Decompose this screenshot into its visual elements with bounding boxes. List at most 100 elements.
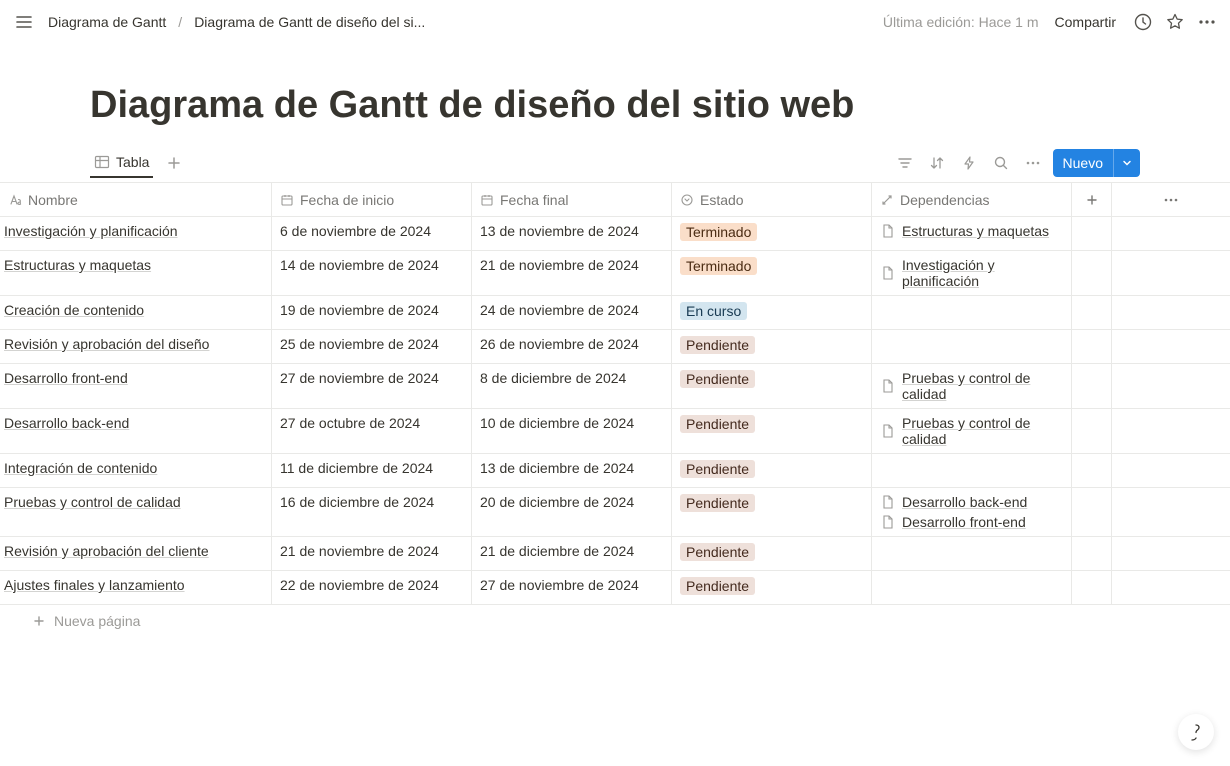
- search-icon[interactable]: [989, 151, 1013, 175]
- cell-empty: [1112, 409, 1230, 453]
- cell-empty: [1112, 251, 1230, 295]
- table-row[interactable]: Investigación y planificación6 de noviem…: [0, 217, 1230, 251]
- cell-end[interactable]: 27 de noviembre de 2024: [472, 571, 672, 604]
- new-button[interactable]: Nuevo: [1053, 149, 1140, 177]
- cell-end[interactable]: 13 de diciembre de 2024: [472, 454, 672, 487]
- cell-start[interactable]: 25 de noviembre de 2024: [272, 330, 472, 363]
- cell-start[interactable]: 19 de noviembre de 2024: [272, 296, 472, 329]
- cell-name[interactable]: Estructuras y maquetas: [0, 251, 272, 295]
- sort-icon[interactable]: [925, 151, 949, 175]
- column-status[interactable]: Estado: [672, 183, 872, 217]
- dependency-item[interactable]: Investigación y planificación: [880, 257, 1063, 289]
- cell-deps[interactable]: Pruebas y control de calidad: [872, 409, 1072, 453]
- cell-status[interactable]: Pendiente: [672, 488, 872, 536]
- table-row[interactable]: Revisión y aprobación del diseño25 de no…: [0, 330, 1230, 364]
- cell-start[interactable]: 27 de octubre de 2024: [272, 409, 472, 453]
- breadcrumb-parent[interactable]: Diagrama de Gantt: [44, 12, 170, 32]
- cell-deps[interactable]: [872, 330, 1072, 363]
- new-page-row[interactable]: Nueva página: [0, 605, 1230, 637]
- tab-table[interactable]: Tabla: [90, 148, 153, 178]
- table-row[interactable]: Estructuras y maquetas14 de noviembre de…: [0, 251, 1230, 296]
- cell-start[interactable]: 22 de noviembre de 2024: [272, 571, 472, 604]
- cell-end[interactable]: 20 de diciembre de 2024: [472, 488, 672, 536]
- bolt-icon[interactable]: [957, 151, 981, 175]
- column-options-button[interactable]: [1112, 183, 1230, 217]
- table-row[interactable]: Creación de contenido19 de noviembre de …: [0, 296, 1230, 330]
- add-column-button[interactable]: [1072, 183, 1112, 217]
- cell-status[interactable]: Pendiente: [672, 364, 872, 408]
- cell-end[interactable]: 10 de diciembre de 2024: [472, 409, 672, 453]
- dependency-item[interactable]: Pruebas y control de calidad: [880, 370, 1063, 402]
- cell-deps[interactable]: Investigación y planificación: [872, 251, 1072, 295]
- dependency-item[interactable]: Pruebas y control de calidad: [880, 415, 1063, 447]
- cell-deps[interactable]: [872, 454, 1072, 487]
- table-row[interactable]: Ajustes finales y lanzamiento22 de novie…: [0, 571, 1230, 605]
- add-view-button[interactable]: [163, 152, 185, 174]
- column-name[interactable]: Nombre: [0, 183, 272, 217]
- column-deps[interactable]: Dependencias: [872, 183, 1072, 217]
- cell-deps[interactable]: [872, 571, 1072, 604]
- page-title[interactable]: Diagrama de Gantt de diseño del sitio we…: [0, 44, 1230, 143]
- star-icon[interactable]: [1164, 11, 1186, 33]
- cell-deps[interactable]: [872, 296, 1072, 329]
- cell-start[interactable]: 14 de noviembre de 2024: [272, 251, 472, 295]
- cell-name[interactable]: Desarrollo front-end: [0, 364, 272, 408]
- more-icon[interactable]: [1196, 11, 1218, 33]
- cell-status[interactable]: Pendiente: [672, 409, 872, 453]
- cell-name[interactable]: Ajustes finales y lanzamiento: [0, 571, 272, 604]
- views-row: Tabla Nuevo: [0, 143, 1230, 183]
- column-start[interactable]: Fecha de inicio: [272, 183, 472, 217]
- cell-status[interactable]: Terminado: [672, 217, 872, 250]
- cell-deps[interactable]: Estructuras y maquetas: [872, 217, 1072, 250]
- cell-status[interactable]: En curso: [672, 296, 872, 329]
- history-icon[interactable]: [1132, 11, 1154, 33]
- cell-status[interactable]: Terminado: [672, 251, 872, 295]
- status-badge: Terminado: [680, 257, 757, 275]
- menu-toggle-button[interactable]: [12, 10, 36, 34]
- cell-name[interactable]: Creación de contenido: [0, 296, 272, 329]
- dependency-item[interactable]: Estructuras y maquetas: [880, 223, 1049, 239]
- cell-start[interactable]: 11 de diciembre de 2024: [272, 454, 472, 487]
- filter-icon[interactable]: [893, 151, 917, 175]
- help-button[interactable]: [1178, 714, 1214, 750]
- cell-end[interactable]: 21 de diciembre de 2024: [472, 537, 672, 570]
- chevron-down-icon[interactable]: [1113, 149, 1140, 177]
- cell-deps[interactable]: Desarrollo back-end Desarrollo front-end: [872, 488, 1072, 536]
- cell-end[interactable]: 13 de noviembre de 2024: [472, 217, 672, 250]
- table-row[interactable]: Desarrollo front-end27 de noviembre de 2…: [0, 364, 1230, 409]
- cell-start[interactable]: 27 de noviembre de 2024: [272, 364, 472, 408]
- dependency-item[interactable]: Desarrollo front-end: [880, 514, 1026, 530]
- cell-name[interactable]: Integración de contenido: [0, 454, 272, 487]
- cell-end[interactable]: 26 de noviembre de 2024: [472, 330, 672, 363]
- cell-empty: [1112, 364, 1230, 408]
- cell-end[interactable]: 24 de noviembre de 2024: [472, 296, 672, 329]
- cell-deps[interactable]: [872, 537, 1072, 570]
- table-row[interactable]: Revisión y aprobación del cliente21 de n…: [0, 537, 1230, 571]
- table-row[interactable]: Integración de contenido11 de diciembre …: [0, 454, 1230, 488]
- cell-end[interactable]: 21 de noviembre de 2024: [472, 251, 672, 295]
- cell-status[interactable]: Pendiente: [672, 537, 872, 570]
- cell-empty: [1072, 330, 1112, 363]
- cell-empty: [1072, 364, 1112, 408]
- cell-start[interactable]: 6 de noviembre de 2024: [272, 217, 472, 250]
- table-row[interactable]: Desarrollo back-end27 de octubre de 2024…: [0, 409, 1230, 454]
- cell-name[interactable]: Revisión y aprobación del cliente: [0, 537, 272, 570]
- cell-status[interactable]: Pendiente: [672, 454, 872, 487]
- dependency-item[interactable]: Desarrollo back-end: [880, 494, 1027, 510]
- breadcrumb-current[interactable]: Diagrama de Gantt de diseño del si...: [190, 12, 429, 32]
- column-end[interactable]: Fecha final: [472, 183, 672, 217]
- cell-name[interactable]: Investigación y planificación: [0, 217, 272, 250]
- cell-status[interactable]: Pendiente: [672, 330, 872, 363]
- cell-name[interactable]: Desarrollo back-end: [0, 409, 272, 453]
- cell-deps[interactable]: Pruebas y control de calidad: [872, 364, 1072, 408]
- cell-name[interactable]: Pruebas y control de calidad: [0, 488, 272, 536]
- breadcrumb: Diagrama de Gantt / Diagrama de Gantt de…: [44, 12, 429, 32]
- cell-start[interactable]: 16 de diciembre de 2024: [272, 488, 472, 536]
- cell-status[interactable]: Pendiente: [672, 571, 872, 604]
- cell-name[interactable]: Revisión y aprobación del diseño: [0, 330, 272, 363]
- table-row[interactable]: Pruebas y control de calidad16 de diciem…: [0, 488, 1230, 537]
- more-options-icon[interactable]: [1021, 151, 1045, 175]
- share-button[interactable]: Compartir: [1049, 10, 1122, 34]
- cell-end[interactable]: 8 de diciembre de 2024: [472, 364, 672, 408]
- cell-start[interactable]: 21 de noviembre de 2024: [272, 537, 472, 570]
